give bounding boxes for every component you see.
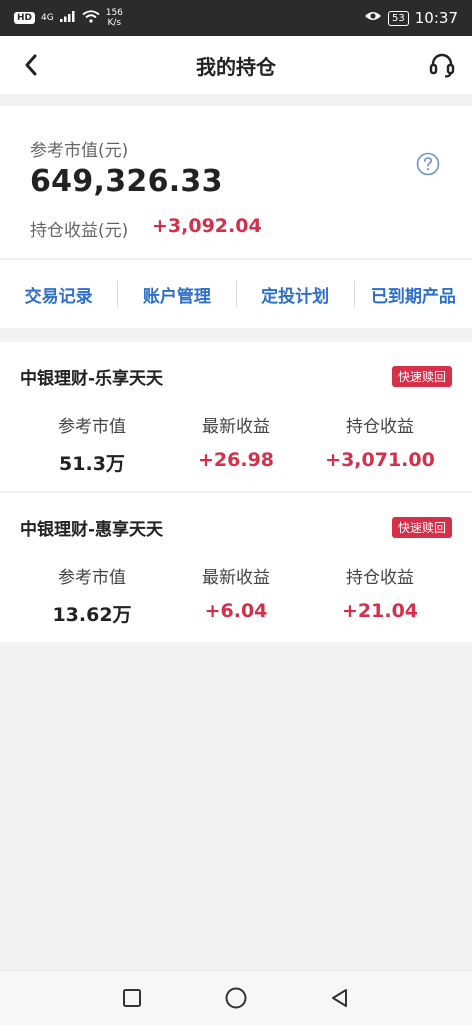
headset-icon[interactable] <box>426 49 458 81</box>
trade-records-link[interactable]: 交易记录 <box>0 282 117 307</box>
metric-holding-profit: 持仓收益 +3,071.00 <box>310 342 450 471</box>
square-icon[interactable] <box>119 985 145 1011</box>
market-value: 649,326.33 <box>30 164 223 199</box>
status-bar: HD 4G 156 K/s 53 10:37 <box>0 0 472 36</box>
question-circle-icon[interactable] <box>416 152 440 176</box>
action-bar: 交易记录 账户管理 定投计划 已到期产品 <box>0 260 472 328</box>
metric-label: 持仓收益 <box>346 417 414 437</box>
profit-value: +3,092.04 <box>152 215 262 237</box>
metric-value: +3,071.00 <box>325 449 435 471</box>
metric-value: +21.04 <box>341 600 419 622</box>
chevron-left-icon[interactable] <box>16 50 46 80</box>
signal-icon <box>59 10 76 26</box>
metric-label: 持仓收益 <box>346 568 414 588</box>
metric-label: 最新收益 <box>202 417 270 437</box>
system-nav-bar <box>0 970 472 1025</box>
metric-label: 参考市值 <box>58 417 126 437</box>
account-management-link[interactable]: 账户管理 <box>118 282 235 307</box>
metric-market-value: 参考市值 13.62万 <box>22 493 162 627</box>
metric-label: 最新收益 <box>202 568 270 588</box>
metric-holding-profit: 持仓收益 +21.04 <box>310 493 450 622</box>
metric-value: +26.98 <box>197 449 275 471</box>
hd-badge: HD <box>14 12 36 24</box>
metric-value: 51.3万 <box>59 453 125 475</box>
holdings-summary: 参考市值(元) 649,326.33 持仓收益(元) +3,092.04 <box>0 106 472 258</box>
metric-value: 13.62万 <box>52 604 132 626</box>
net-speed-value: 156 <box>105 8 123 18</box>
product-card[interactable]: 中银理财-惠享天天 快速赎回 参考市值 13.62万 最新收益 +6.04 持仓… <box>0 493 472 642</box>
network-type: 4G <box>41 13 54 23</box>
clock: 10:37 <box>414 9 458 27</box>
metric-label: 参考市值 <box>58 568 126 588</box>
metric-value: +6.04 <box>204 600 268 622</box>
page-title: 我的持仓 <box>196 54 276 79</box>
nav-bar: 我的持仓 <box>0 36 472 94</box>
net-speed: 156 K/s <box>106 8 123 28</box>
metric-market-value: 参考市值 51.3万 <box>22 342 162 476</box>
eye-icon <box>364 10 382 26</box>
net-speed-unit: K/s <box>107 18 122 28</box>
product-card[interactable]: 中银理财-乐享天天 快速赎回 参考市值 51.3万 最新收益 +26.98 持仓… <box>0 342 472 491</box>
circle-icon[interactable] <box>223 985 249 1011</box>
status-left: HD 4G 156 K/s <box>14 8 123 28</box>
expired-products-link[interactable]: 已到期产品 <box>355 282 472 307</box>
market-value-label: 参考市值(元) <box>30 141 129 161</box>
metric-latest-profit: 最新收益 +6.04 <box>166 493 306 622</box>
triangle-back-icon[interactable] <box>327 985 353 1011</box>
wifi-icon <box>82 9 100 27</box>
metric-latest-profit: 最新收益 +26.98 <box>166 342 306 471</box>
investment-plan-link[interactable]: 定投计划 <box>237 282 354 307</box>
profit-label: 持仓收益(元) <box>30 221 129 241</box>
battery-icon: 53 <box>388 10 409 26</box>
status-right: 53 10:37 <box>364 9 458 27</box>
